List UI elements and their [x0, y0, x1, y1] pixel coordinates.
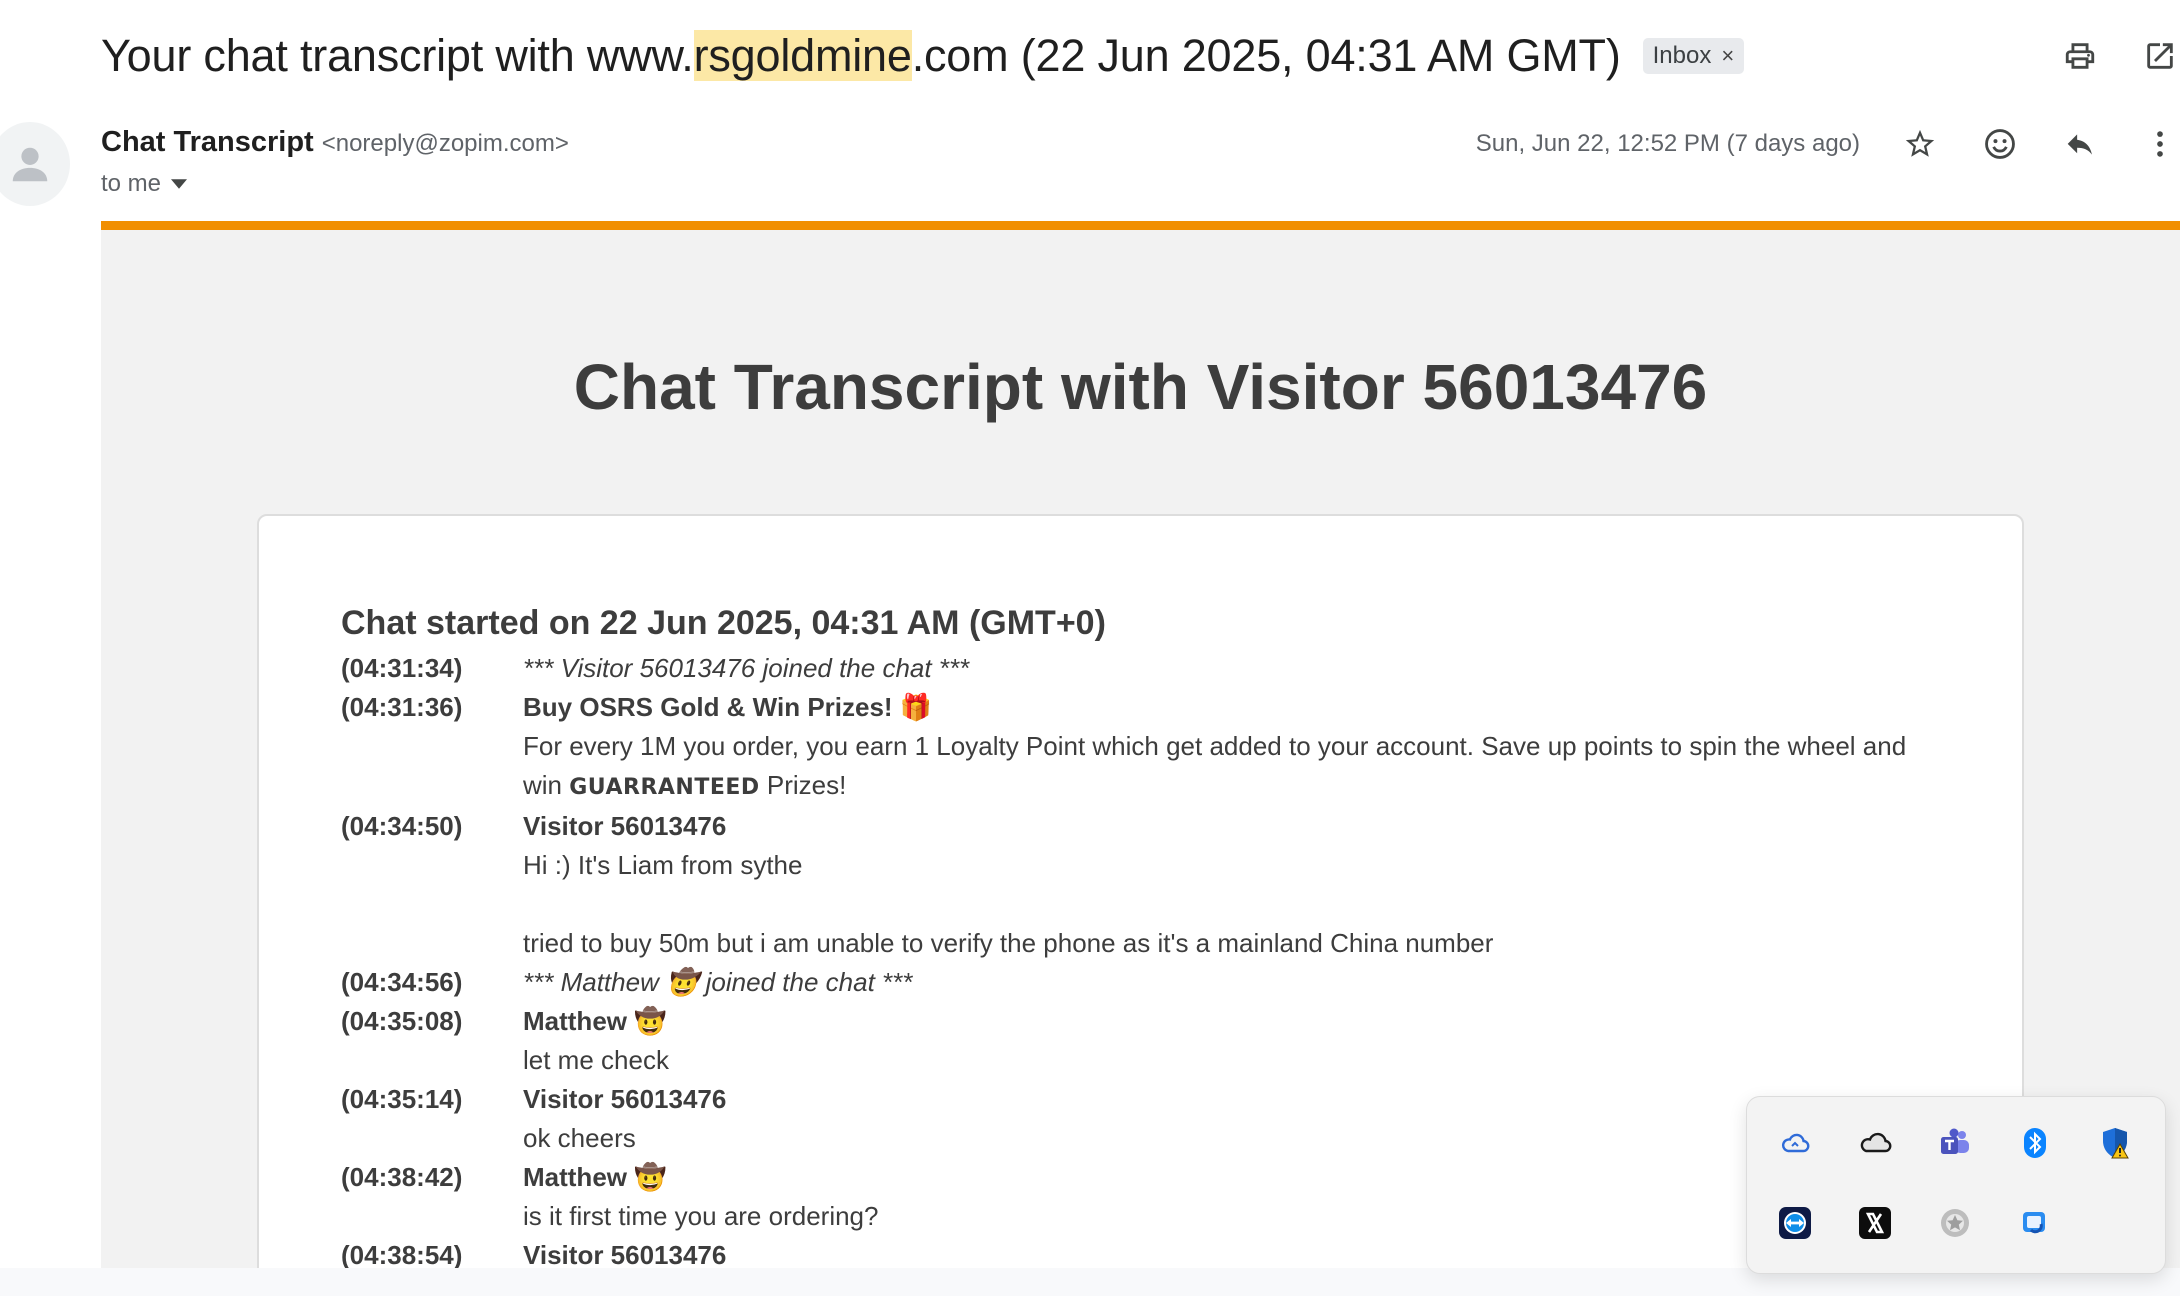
reply-icon[interactable] — [2060, 124, 2100, 164]
recipient-text: to me — [101, 170, 162, 197]
timestamp — [341, 1041, 523, 1080]
promo-heading: Buy OSRS Gold & Win Prizes! 🎁 — [523, 692, 933, 722]
brand-accent-bar — [101, 221, 2180, 230]
guaranteed-emphasis: GUARRANTEED — [569, 775, 760, 800]
timestamp: (04:35:14) — [341, 1084, 463, 1114]
inbox-label-chip[interactable]: Inbox × — [1642, 38, 1745, 74]
message-date: Sun, Jun 22, 12:52 PM (7 days ago) — [1475, 130, 1860, 157]
x-app-icon[interactable] — [1855, 1203, 1895, 1243]
timestamp — [341, 846, 523, 885]
timestamp: (04:35:08) — [341, 1006, 463, 1036]
remove-label-icon[interactable]: × — [1721, 43, 1734, 69]
chat-line: For every 1M you order, you earn 1 Loyal… — [341, 727, 1941, 766]
timestamp: (04:38:42) — [341, 1162, 463, 1192]
chat-line: (04:31:36) Buy OSRS Gold & Win Prizes! 🎁 — [341, 688, 1941, 727]
caret-down-icon — [171, 179, 188, 189]
message-text: ok cheers — [523, 1123, 636, 1153]
chat-line: is it first time you are ordering? — [341, 1197, 1941, 1236]
timestamp — [341, 766, 523, 807]
teams-icon[interactable] — [1935, 1123, 1975, 1163]
speaker-name: Visitor 56013476 — [523, 811, 727, 841]
teamviewer-icon[interactable] — [1775, 1203, 1815, 1243]
chat-line: Hi :) It's Liam from sythe — [341, 846, 1941, 885]
emoji-icon[interactable] — [1980, 124, 2020, 164]
sender-name[interactable]: Chat Transcript — [101, 126, 314, 159]
message-text: For every 1M you order, you earn 1 Loyal… — [523, 731, 1907, 761]
timestamp: (04:34:50) — [341, 811, 463, 841]
timestamp: (04:34:56) — [341, 967, 463, 997]
settings-gear-icon[interactable] — [1935, 1203, 1975, 1243]
speaker-name: Visitor 56013476 — [523, 1084, 727, 1114]
timestamp — [341, 924, 523, 963]
transcript-title: Chat Transcript with Visitor 56013476 — [573, 351, 1708, 423]
message-actions: Sun, Jun 22, 12:52 PM (7 days ago) — [1476, 124, 2180, 164]
onedrive-icon[interactable] — [1855, 1123, 1895, 1163]
chat-line: (04:31:34) *** Visitor 56013476 joined th… — [341, 649, 1941, 688]
timestamp: (04:31:34) — [341, 653, 463, 683]
subject-actions — [2060, 36, 2180, 76]
message-text: tried to buy 50m but i am unable to veri… — [523, 928, 1494, 958]
chat-line: (04:35:14) Visitor 56013476 — [341, 1080, 1941, 1119]
star-icon[interactable] — [1900, 124, 1940, 164]
more-vert-icon[interactable] — [2140, 124, 2180, 164]
recipient-details-toggle[interactable]: to me — [101, 170, 188, 198]
chat-line: (04:34:50) Visitor 56013476 — [341, 807, 1941, 846]
timestamp — [341, 1197, 523, 1236]
message-text: is it first time you are ordering? — [523, 1201, 879, 1231]
message-text: win GUARRANTEED Prizes! — [523, 770, 847, 800]
chat-line: (04:38:42) Matthew 🤠 — [341, 1158, 1941, 1197]
tray-overflow-popup — [1746, 1096, 2166, 1274]
label-text: Inbox — [1652, 42, 1712, 69]
print-icon[interactable] — [2060, 36, 2100, 76]
chat-line-blank — [341, 885, 1941, 924]
defender-warning-icon[interactable] — [2095, 1123, 2135, 1163]
speaker-name: Matthew 🤠 — [523, 1006, 667, 1036]
icloud-icon[interactable] — [1775, 1123, 1815, 1163]
speaker-name: Matthew 🤠 — [523, 1162, 667, 1192]
snipping-tool-icon[interactable] — [2015, 1203, 2055, 1243]
message-text: let me check — [523, 1045, 669, 1075]
message-text: Hi :) It's Liam from sythe — [523, 850, 803, 880]
sender-row: Chat Transcript <noreply@zopim.com> — [101, 126, 569, 159]
chat-line: win GUARRANTEED Prizes! — [341, 766, 1941, 807]
chat-log: (04:31:34) *** Visitor 56013476 joined th… — [341, 649, 1941, 1275]
subject-row: Your chat transcript with www.rsgoldmine… — [101, 26, 1745, 86]
system-message: *** Matthew 🤠 joined the chat *** — [523, 967, 913, 997]
chat-line: (04:34:56) *** Matthew 🤠 joined the chat … — [341, 963, 1941, 1002]
chat-line: ok cheers — [341, 1119, 1941, 1158]
chat-line: (04:35:08) Matthew 🤠 — [341, 1002, 1941, 1041]
bluetooth-icon[interactable] — [2015, 1123, 2055, 1163]
sender-email: <noreply@zopim.com> — [321, 130, 569, 157]
chat-started-heading: Chat started on 22 Jun 2025, 04:31 AM (G… — [341, 604, 1106, 642]
email-subject: Your chat transcript with www.rsgoldmine… — [101, 30, 1621, 81]
timestamp: (04:31:36) — [341, 692, 463, 722]
sender-avatar — [0, 122, 70, 206]
open-new-window-icon[interactable] — [2140, 36, 2180, 76]
chat-line: let me check — [341, 1041, 1941, 1080]
search-highlight: rsgoldmine — [693, 30, 912, 81]
timestamp — [341, 1119, 523, 1158]
timestamp — [341, 727, 523, 766]
system-message: *** Visitor 56013476 joined the chat *** — [523, 653, 970, 683]
chat-line: tried to buy 50m but i am unable to veri… — [341, 924, 1941, 963]
